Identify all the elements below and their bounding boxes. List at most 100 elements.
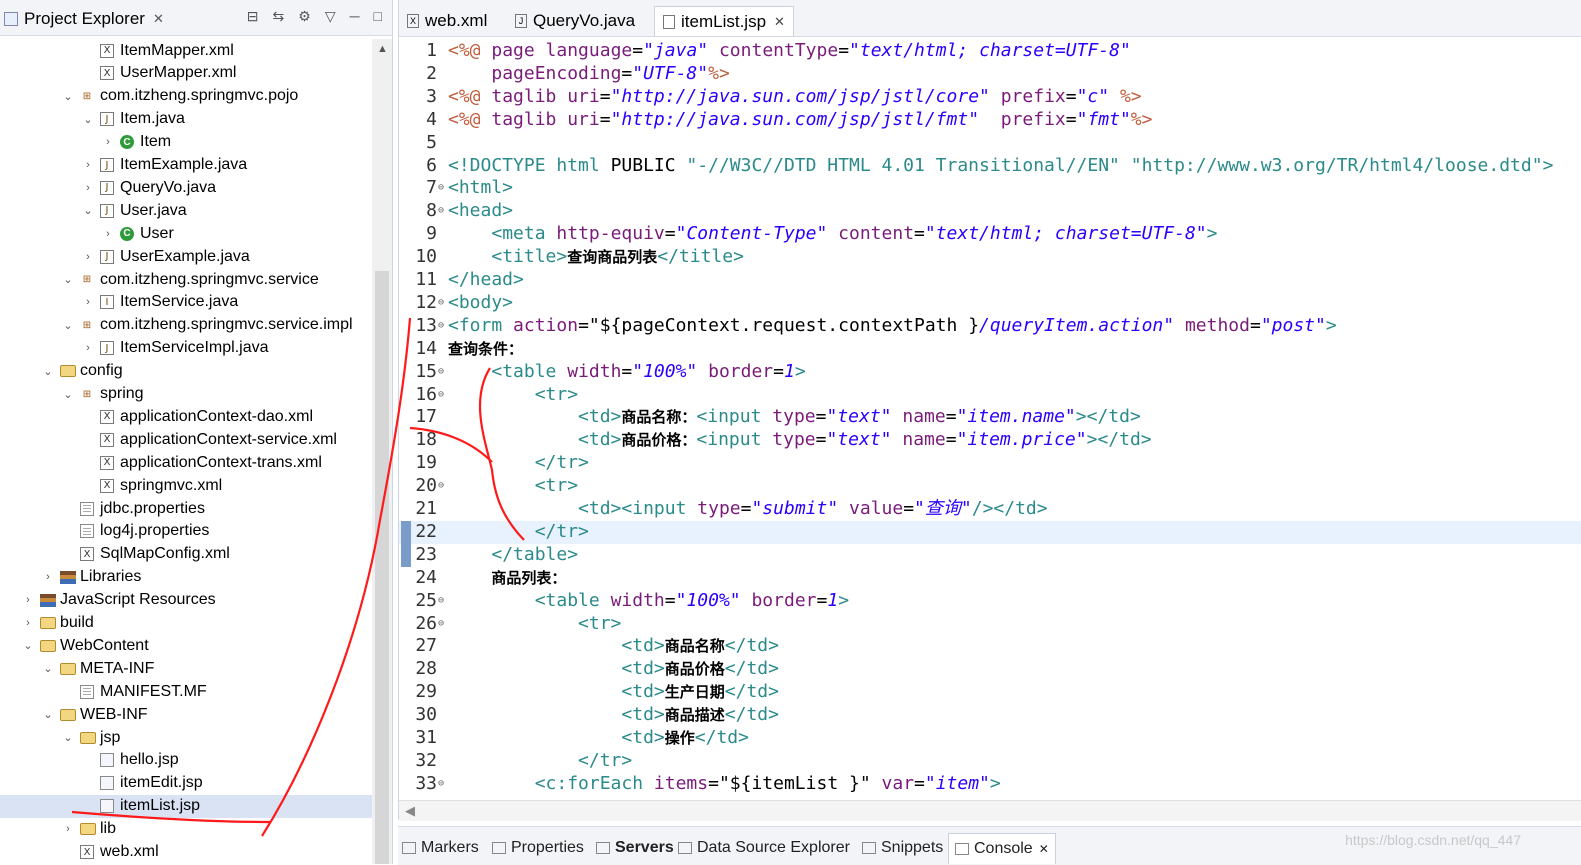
tree-item[interactable]: ⌄ config (0, 360, 372, 383)
tree-item[interactable]: › lib (0, 818, 372, 841)
fold-icon[interactable]: ⊖ (438, 315, 444, 338)
tree-item[interactable]: › J UserExample.java (0, 245, 372, 268)
code-line[interactable]: 7 ⊖ <html> (399, 177, 1581, 200)
chevron-right-icon[interactable]: › (82, 342, 94, 354)
fold-icon[interactable]: ⊖ (438, 590, 444, 613)
chevron-right-icon[interactable]: › (42, 571, 54, 583)
chevron-down-icon[interactable]: ⌄ (62, 388, 74, 401)
code-line[interactable]: 6 <!DOCTYPE html PUBLIC "-//W3C//DTD HTML… (399, 155, 1581, 178)
fold-icon[interactable]: ⊖ (438, 361, 444, 384)
tree-item[interactable]: Xweb.xml (0, 841, 372, 864)
chevron-right-icon[interactable]: › (62, 823, 74, 835)
bottom-tab[interactable]: Snippets (862, 833, 943, 863)
editor-tab[interactable]: Xweb.xml (399, 6, 495, 36)
project-explorer-tab[interactable]: Project Explorer ✕ (4, 5, 164, 33)
tree-item[interactable]: itemEdit.jsp (0, 772, 372, 795)
horizontal-scrollbar[interactable]: ◀ (399, 800, 1581, 821)
chevron-down-icon[interactable]: ⌄ (42, 662, 54, 675)
tree-item[interactable]: › Libraries (0, 566, 372, 589)
close-icon[interactable]: ✕ (774, 14, 785, 30)
tree-item[interactable]: › J ItemServiceImpl.java (0, 337, 372, 360)
bottom-tab[interactable]: Console ✕ (948, 833, 1056, 864)
tree-item[interactable]: ⌄ ⊞ com.itzheng.springmvc.service (0, 268, 372, 291)
tree-item[interactable]: X UserMapper.xml (0, 62, 372, 85)
code-line[interactable]: 27 <td>商品名称</td> (399, 635, 1581, 658)
fold-icon[interactable]: ⊖ (438, 292, 444, 315)
code-line[interactable]: 9 <meta http-equiv="Content-Type" conten… (399, 223, 1581, 246)
chevron-right-icon[interactable]: › (82, 296, 94, 308)
tree-item[interactable]: ⌄ WebContent (0, 634, 372, 657)
minimize-icon[interactable]: ─ (350, 8, 360, 25)
code-line[interactable]: 19 </tr> (399, 452, 1581, 475)
scroll-left-icon[interactable]: ◀ (405, 803, 415, 819)
tree-item[interactable]: ⌄ jsp (0, 726, 372, 749)
chevron-down-icon[interactable]: ⌄ (22, 639, 34, 652)
code-line[interactable]: 18 <td>商品价格：<input type="text" name="ite… (399, 429, 1581, 452)
code-line[interactable]: 2 pageEncoding="UTF-8"%> (399, 63, 1581, 86)
chevron-right-icon[interactable]: › (82, 159, 94, 171)
scroll-up-icon[interactable]: ▲ (377, 43, 388, 55)
chevron-right-icon[interactable]: › (22, 594, 34, 606)
chevron-down-icon[interactable]: ⌄ (62, 319, 74, 332)
code-line[interactable]: 23 </table> (399, 544, 1581, 567)
code-line[interactable]: 11 </head> (399, 269, 1581, 292)
chevron-down-icon[interactable]: ⌄ (62, 90, 74, 103)
code-line[interactable]: 1 <%@ page language="java" contentType="t… (399, 40, 1581, 63)
tree-item[interactable]: XapplicationContext-trans.xml (0, 451, 372, 474)
editor-tab[interactable]: itemList.jsp ✕ (654, 6, 794, 36)
tree-item[interactable]: › C User (0, 222, 372, 245)
code-line[interactable]: 15 ⊖ <table width="100%" border=1> (399, 361, 1581, 384)
tree-scrollbar[interactable]: ▲ (372, 39, 392, 864)
tree-item[interactable]: ⌄ WEB-INF (0, 703, 372, 726)
bottom-tab[interactable]: Markers (402, 833, 479, 863)
code-line[interactable]: 5 (399, 132, 1581, 155)
code-line[interactable]: 28 <td>商品价格</td> (399, 658, 1581, 681)
chevron-down-icon[interactable]: ⌄ (82, 113, 94, 126)
code-line[interactable]: 32 </tr> (399, 750, 1581, 773)
code-line[interactable]: 8 ⊖ <head> (399, 200, 1581, 223)
filter-icon[interactable]: ⚙ (298, 8, 311, 25)
fold-icon[interactable]: ⊖ (438, 773, 444, 796)
tree-item[interactable]: jdbc.properties (0, 497, 372, 520)
code-line[interactable]: 22 </tr> (399, 520, 1581, 544)
chevron-right-icon[interactable]: › (102, 228, 114, 240)
chevron-right-icon[interactable]: › (82, 251, 94, 263)
scrollbar-thumb[interactable] (375, 271, 389, 864)
chevron-down-icon[interactable]: ⌄ (42, 708, 54, 721)
chevron-down-icon[interactable]: ⌄ (62, 273, 74, 286)
tree-item[interactable]: X ItemMapper.xml (0, 39, 372, 62)
tree-item[interactable]: › JavaScript Resources (0, 589, 372, 612)
tree-item[interactable]: hello.jsp (0, 749, 372, 772)
tree-item[interactable]: XapplicationContext-dao.xml (0, 405, 372, 428)
code-line[interactable]: 13 ⊖ <form action="${pageContext.request.c… (399, 315, 1581, 338)
tree-item[interactable]: › C Item (0, 131, 372, 154)
code-line[interactable]: 25 ⊖ <table width="100%" border=1> (399, 590, 1581, 613)
tree-item[interactable]: › build (0, 612, 372, 635)
tree-item[interactable]: ⌄ J User.java (0, 199, 372, 222)
close-icon[interactable]: ✕ (1039, 842, 1049, 856)
tree-item[interactable]: ⌄ META-INF (0, 657, 372, 680)
fold-icon[interactable]: ⊖ (438, 613, 444, 636)
fold-icon[interactable]: ⊖ (438, 177, 444, 200)
chevron-down-icon[interactable]: ⌄ (62, 731, 74, 744)
tree-item[interactable]: itemList.jsp (0, 794, 372, 818)
tree-item[interactable]: Xspringmvc.xml (0, 474, 372, 497)
code-line[interactable]: 26 ⊖ <tr> (399, 613, 1581, 636)
tree-item[interactable]: › J ItemExample.java (0, 154, 372, 177)
link-with-editor-icon[interactable]: ⇆ (273, 8, 285, 25)
bottom-tab[interactable]: Data Source Explorer (678, 833, 850, 863)
code-line[interactable]: 24 商品列表： (399, 567, 1581, 590)
bottom-tab[interactable]: Servers (596, 833, 674, 863)
tree-item[interactable]: ⌄ ⊞ spring (0, 383, 372, 406)
tree-item[interactable]: X SqlMapConfig.xml (0, 543, 372, 566)
tree-item[interactable]: › I ItemService.java (0, 291, 372, 314)
tree-item[interactable]: ⌄ ⊞ com.itzheng.springmvc.pojo (0, 85, 372, 108)
tree-item[interactable]: ⌄ J Item.java (0, 108, 372, 131)
code-line[interactable]: 14 查询条件： (399, 338, 1581, 361)
tree-item[interactable]: › J QueryVo.java (0, 176, 372, 199)
tree-item[interactable]: XapplicationContext-service.xml (0, 428, 372, 451)
code-line[interactable]: 33 ⊖ <c:forEach items="${itemList }" var=… (399, 773, 1581, 796)
code-line[interactable]: 31 <td>操作</td> (399, 727, 1581, 750)
code-line[interactable]: 10 <title>查询商品列表</title> (399, 246, 1581, 269)
chevron-right-icon[interactable]: › (82, 182, 94, 194)
